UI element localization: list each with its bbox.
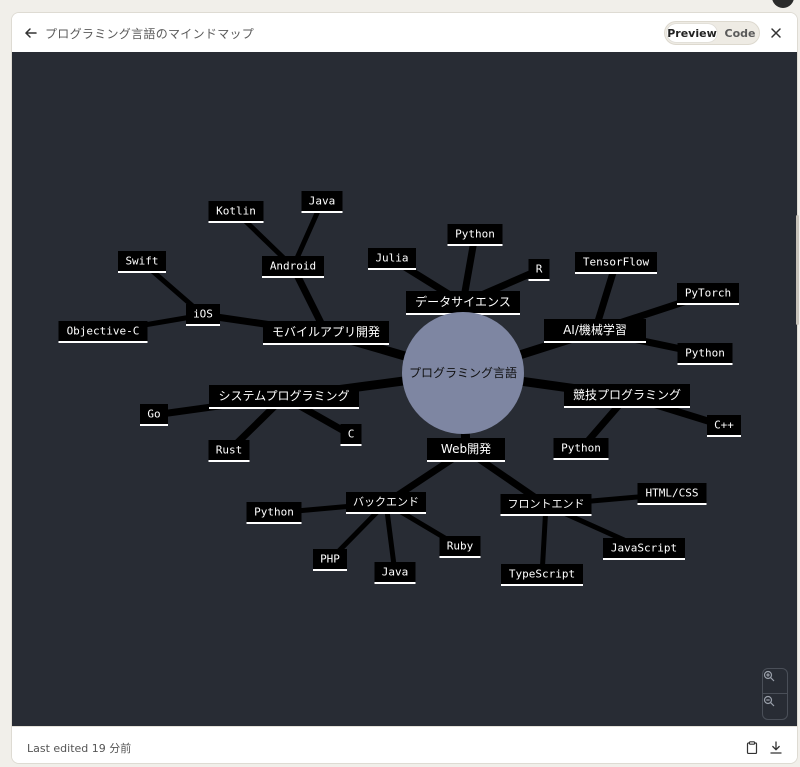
zoom-in-icon — [763, 670, 775, 682]
preview-tab[interactable]: Preview — [667, 24, 717, 42]
artifact-header: プログラミング言語のマインドマップ Preview Code — [12, 13, 797, 52]
node-node-3-1-label: フロントエンド — [508, 498, 585, 511]
node-rust-4-1[interactable]: Rust — [208, 440, 250, 462]
user-avatar[interactable] — [772, 0, 794, 8]
arrow-left-icon — [24, 28, 37, 38]
node-python-1-2[interactable]: Python — [677, 343, 733, 365]
node-swift-5-0-0[interactable]: Swift — [118, 251, 166, 273]
node-python-1-2-label: Python — [685, 347, 725, 360]
center-node-label: プログラミング言語 — [409, 365, 517, 380]
node-node-5[interactable]: モバイルアプリ開発 — [263, 321, 389, 345]
node-node-0-label: データサイエンス — [415, 294, 511, 309]
node-objective-c-5-0-1-label: Objective-C — [67, 325, 140, 338]
node-node-2-label: 競技プログラミング — [573, 387, 681, 402]
artifact-footer: Last edited 19 分前 — [12, 726, 797, 763]
node-web-3[interactable]: Web開発 — [427, 438, 505, 462]
node-c-2-1[interactable]: C++ — [707, 415, 741, 437]
node-tensorflow-1-0-label: TensorFlow — [583, 256, 650, 269]
code-tab[interactable]: Code — [721, 24, 759, 42]
node-kotlin-5-1-0[interactable]: Kotlin — [208, 201, 264, 223]
artifact-title: プログラミング言語のマインドマップ — [45, 27, 255, 41]
node-c-2-1-label: C++ — [714, 419, 734, 432]
node-java-5-1-1[interactable]: Java — [301, 191, 343, 213]
back-button[interactable] — [22, 24, 40, 42]
zoom-out-button[interactable] — [763, 695, 787, 719]
node-go-4-0[interactable]: Go — [140, 404, 168, 426]
node-tensorflow-1-0[interactable]: TensorFlow — [575, 252, 657, 274]
node-html-css-3-1-2[interactable]: HTML/CSS — [637, 483, 707, 505]
view-toggle: Preview Code — [664, 21, 760, 45]
node-python-3-0-0[interactable]: Python — [246, 502, 302, 524]
page-scrollbar[interactable] — [796, 215, 799, 325]
zoom-controls — [762, 668, 788, 720]
mindmap-canvas[interactable]: データサイエンス Julia Python R AI/機械学習 TensorFlow PyT… — [12, 52, 797, 726]
node-java-3-0-2-label: Java — [382, 566, 409, 579]
node-python-2-0-label: Python — [561, 442, 601, 455]
node-ai-1-label: AI/機械学習 — [563, 322, 627, 337]
node-python-3-0-0-label: Python — [254, 506, 294, 519]
node-php-3-0-1[interactable]: PHP — [313, 549, 347, 571]
artifact-window: プログラミング言語のマインドマップ Preview Code データサイエンス J… — [11, 12, 798, 764]
node-typescript-3-1-0[interactable]: TypeScript — [501, 564, 583, 586]
node-node-2[interactable]: 競技プログラミング — [564, 384, 690, 408]
node-javascript-3-1-1-label: JavaScript — [611, 542, 677, 555]
node-python-0-1[interactable]: Python — [447, 224, 503, 246]
node-android-5-1[interactable]: Android — [262, 256, 324, 278]
node-kotlin-5-1-0-label: Kotlin — [216, 205, 256, 218]
close-icon — [771, 28, 781, 38]
node-node-0[interactable]: データサイエンス — [406, 291, 520, 315]
node-python-0-1-label: Python — [455, 228, 495, 241]
node-node-3-0[interactable]: バックエンド — [346, 492, 426, 514]
node-java-3-0-2[interactable]: Java — [374, 562, 416, 584]
node-java-5-1-1-label: Java — [309, 195, 336, 208]
node-ruby-3-0-3-label: Ruby — [447, 540, 474, 553]
node-pytorch-1-1[interactable]: PyTorch — [677, 283, 739, 305]
center-node[interactable]: プログラミング言語 — [402, 312, 524, 434]
close-button[interactable] — [767, 24, 785, 42]
download-button[interactable] — [767, 738, 785, 756]
node-julia-0-0[interactable]: Julia — [368, 248, 416, 270]
node-r-0-2[interactable]: R — [528, 259, 550, 281]
node-rust-4-1-label: Rust — [216, 444, 243, 457]
node-python-2-0[interactable]: Python — [553, 438, 609, 460]
node-objective-c-5-0-1[interactable]: Objective-C — [58, 321, 148, 343]
node-php-3-0-1-label: PHP — [320, 553, 340, 566]
node-julia-0-0-label: Julia — [375, 252, 408, 265]
node-node-5-label: モバイルアプリ開発 — [272, 325, 380, 339]
node-r-0-2-label: R — [536, 263, 543, 276]
node-web-3-label: Web開発 — [441, 442, 491, 456]
node-node-3-1[interactable]: フロントエンド — [500, 494, 592, 516]
node-go-4-0-label: Go — [147, 408, 160, 421]
node-ios-5-0[interactable]: iOS — [186, 304, 220, 326]
mindmap-svg: データサイエンス Julia Python R AI/機械学習 TensorFlow PyT… — [58, 191, 741, 586]
copy-button[interactable] — [743, 738, 761, 756]
node-typescript-3-1-0-label: TypeScript — [509, 568, 575, 581]
node-node-3-0-label: バックエンド — [353, 496, 419, 509]
node-android-5-1-label: Android — [270, 260, 316, 273]
node-javascript-3-1-1[interactable]: JavaScript — [603, 538, 685, 560]
zoom-in-button[interactable] — [763, 670, 787, 694]
node-ruby-3-0-3[interactable]: Ruby — [439, 536, 481, 558]
node-node-4[interactable]: システムプログラミング — [209, 385, 359, 409]
node-ios-5-0-label: iOS — [193, 308, 213, 321]
zoom-out-icon — [763, 695, 775, 707]
node-node-4-label: システムプログラミング — [219, 389, 350, 403]
node-html-css-3-1-2-label: HTML/CSS — [646, 487, 699, 500]
node-c-4-2[interactable]: C — [340, 424, 362, 446]
node-swift-5-0-0-label: Swift — [125, 255, 158, 268]
node-pytorch-1-1-label: PyTorch — [685, 287, 731, 300]
clipboard-icon — [746, 740, 758, 754]
download-icon — [770, 740, 782, 754]
node-ai-1[interactable]: AI/機械学習 — [544, 319, 646, 343]
node-c-4-2-label: C — [348, 428, 355, 441]
last-edited-text: Last edited 19 分前 — [27, 742, 132, 755]
